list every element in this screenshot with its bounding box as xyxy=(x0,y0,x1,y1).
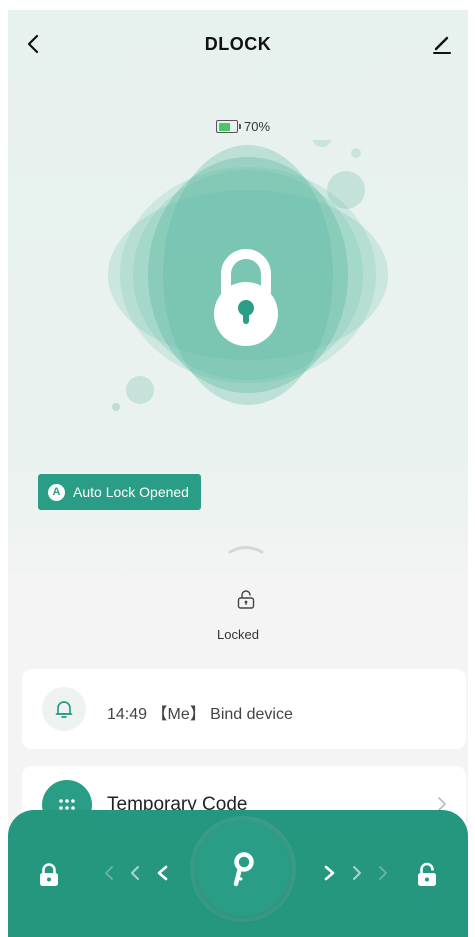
battery-fill xyxy=(218,122,231,131)
lock-closed-icon[interactable] xyxy=(38,862,60,888)
lock-open-icon[interactable] xyxy=(416,862,438,888)
battery-indicator: 70% xyxy=(216,119,270,134)
unlock-slider-knob[interactable] xyxy=(196,822,290,916)
swipe-left-arrows xyxy=(105,865,168,881)
auto-lock-icon: A xyxy=(48,483,65,501)
edit-button[interactable] xyxy=(430,32,454,56)
battery-percent: 70% xyxy=(244,119,271,134)
pencil-icon xyxy=(433,36,451,54)
padlock-small-icon xyxy=(237,590,255,609)
battery-icon xyxy=(216,120,241,133)
drag-handle[interactable] xyxy=(228,544,264,554)
key-icon xyxy=(233,852,254,887)
header: DLOCK xyxy=(8,10,468,80)
slide-to-unlock-bar[interactable] xyxy=(8,810,468,937)
bell-icon xyxy=(55,701,73,718)
lock-status-text: Locked xyxy=(217,627,259,642)
auto-lock-label: Auto Lock Opened xyxy=(73,484,189,500)
swipe-right-arrows xyxy=(324,865,387,881)
page-title: DLOCK xyxy=(204,34,272,54)
padlock-locked-icon xyxy=(214,249,278,346)
device-screen: DLOCK 70% A Auto Lock Opened Locked 14:4… xyxy=(8,10,468,937)
log-card[interactable]: 14:49 【Me】 Bind device xyxy=(22,669,466,749)
auto-lock-badge[interactable]: A Auto Lock Opened xyxy=(38,474,201,510)
log-icon-wrap xyxy=(42,687,86,731)
log-entry-text: 14:49 【Me】 Bind device xyxy=(107,706,293,723)
